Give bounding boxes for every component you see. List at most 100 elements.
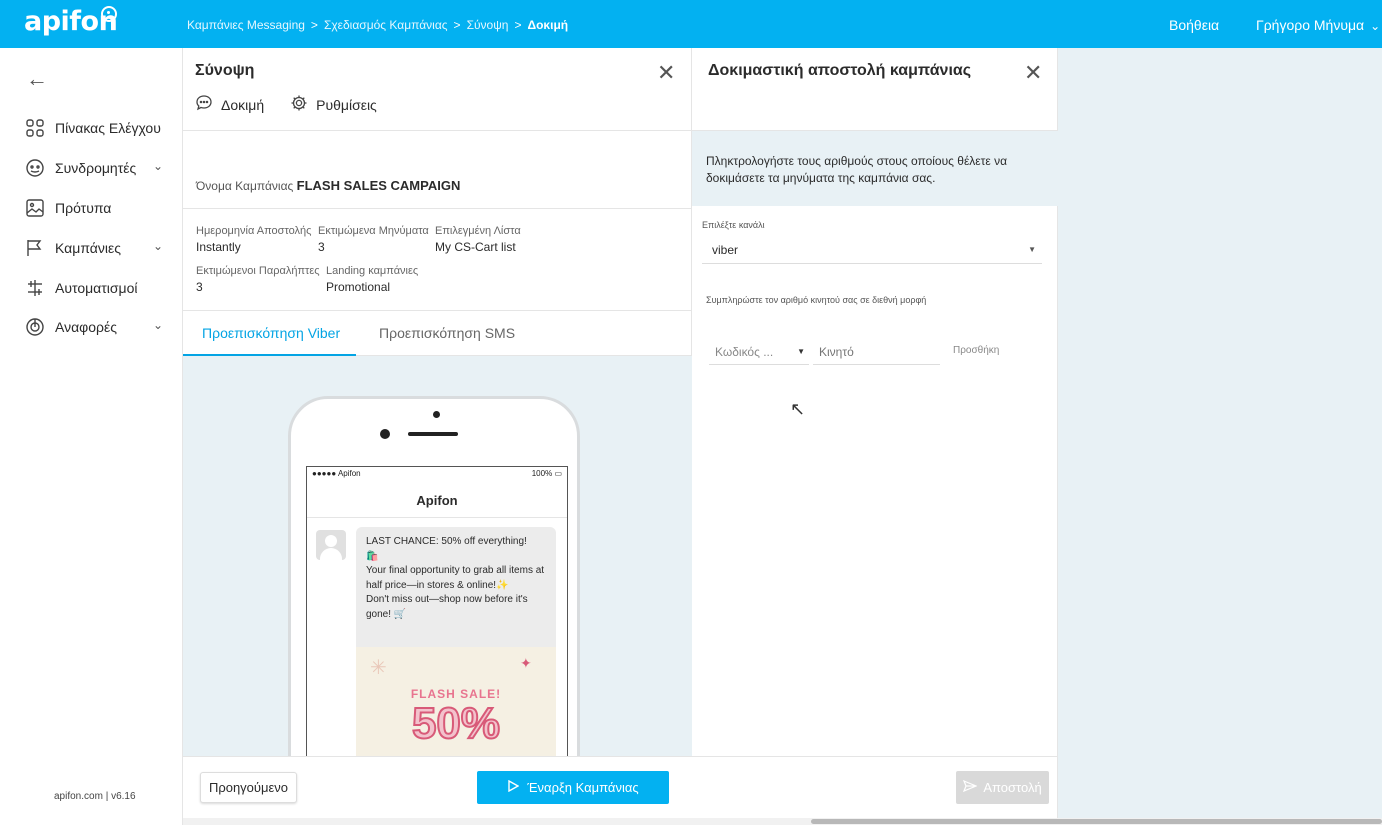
test-tool-label: Δοκιμή bbox=[221, 96, 265, 113]
breadcrumb: Καμπάνιες Messaging > Σχεδιασμός Καμπάνι… bbox=[187, 18, 568, 32]
gear-icon bbox=[290, 94, 308, 115]
est-messages-label: Εκτιμώμενα Μηνύματα bbox=[318, 225, 429, 237]
subscribers-icon bbox=[25, 158, 45, 178]
tab-viber-preview[interactable]: Προεπισκόπηση Viber bbox=[202, 325, 340, 341]
test-send-panel: Δοκιμαστική αποστολή καμπάνιας ✕ Πληκτρο… bbox=[692, 48, 1058, 825]
selected-list-label: Επιλεγμένη Λίστα bbox=[435, 225, 521, 237]
est-messages-value: 3 bbox=[318, 240, 325, 254]
start-campaign-button[interactable]: Έναρξη Καμπάνιας bbox=[477, 771, 669, 804]
breadcrumb-summary[interactable]: Σύνοψη bbox=[467, 18, 509, 32]
sidebar-item-label: Πρότυπα bbox=[55, 200, 112, 216]
summary-title: Σύνοψη bbox=[195, 62, 255, 79]
background-area bbox=[1058, 48, 1382, 825]
sidebar-item-automations[interactable]: Αυτοματισμοί bbox=[25, 276, 175, 300]
sidebar-item-label: Αναφορές bbox=[55, 319, 117, 335]
breadcrumb-separator: > bbox=[453, 18, 461, 32]
message-line: Your final opportunity to grab all items… bbox=[366, 565, 545, 591]
tab-sms-preview[interactable]: Προεπισκόπηση SMS bbox=[379, 325, 515, 341]
play-icon bbox=[507, 779, 520, 795]
mouse-pointer-icon: ↖ bbox=[790, 399, 806, 419]
phone-status-bar: ●●●●● Apifon 100% ▭ bbox=[307, 467, 567, 481]
avatar bbox=[316, 530, 346, 560]
phone-sensor bbox=[433, 411, 440, 418]
chevron-down-icon: ⌄ bbox=[152, 239, 163, 253]
viber-preview-area: ●●●●● Apifon 100% ▭ Apifon LAST CHANCE: … bbox=[183, 356, 692, 756]
sidebar-item-campaigns[interactable]: Καμπάνιες ⌄ bbox=[25, 236, 175, 260]
send-date-label: Ημερομηνία Αποστολής bbox=[196, 225, 312, 237]
summary-footer: Προηγούμενο Έναρξη Καμπάνιας bbox=[183, 756, 692, 825]
phone-camera bbox=[380, 429, 390, 439]
test-info-text: Πληκτρολογήστε τους αριθμούς στους οποίο… bbox=[706, 154, 1008, 185]
chat-sender-title: Apifon bbox=[416, 493, 458, 508]
send-date-value: Instantly bbox=[196, 240, 241, 254]
sidebar-item-label: Καμπάνιες bbox=[55, 240, 121, 256]
landing-value: Promotional bbox=[326, 280, 391, 294]
country-code-placeholder: Κωδικός ... bbox=[715, 345, 774, 359]
sidebar-item-subscribers[interactable]: Συνδρομητές ⌄ bbox=[25, 156, 175, 180]
sidebar: ← Πίνακας Ελέγχου Συνδρομητές ⌄ Πρότυπα bbox=[0, 48, 183, 825]
phone-number-label: Συμπληρώστε τον αριθμό κινητού σας σε δι… bbox=[706, 295, 927, 305]
sidebar-item-reports[interactable]: Αναφορές ⌄ bbox=[25, 315, 175, 339]
summary-toolbar: Δοκιμή Ρυθμίσεις bbox=[195, 94, 377, 115]
close-icon[interactable]: ✕ bbox=[657, 60, 675, 86]
previous-button[interactable]: Προηγούμενο bbox=[200, 772, 297, 803]
phone-speaker bbox=[408, 432, 458, 436]
chevron-down-icon: ⌄ bbox=[152, 159, 163, 173]
horizontal-scrollbar[interactable] bbox=[183, 818, 1382, 825]
campaign-name-value: FLASH SALES CAMPAIGN bbox=[296, 178, 461, 193]
start-campaign-label: Έναρξη Καμπάνιας bbox=[527, 780, 639, 795]
mobile-number-input[interactable] bbox=[813, 339, 940, 365]
caret-down-icon: ▼ bbox=[797, 347, 805, 356]
quick-message-menu[interactable]: Γρήγορο Μήνυμα ⌄ bbox=[1256, 17, 1380, 33]
scrollbar-thumb[interactable] bbox=[811, 819, 1382, 824]
add-number-button[interactable]: Προσθήκη bbox=[953, 345, 999, 356]
sidebar-item-label: Αυτοματισμοί bbox=[55, 280, 138, 296]
app-root: apifon Καμπάνιες Messaging > Σχεδιασμός … bbox=[0, 0, 1382, 825]
settings-tool-label: Ρυθμίσεις bbox=[316, 96, 377, 113]
country-code-select[interactable]: Κωδικός ... ▼ bbox=[709, 339, 809, 365]
test-tool-button[interactable]: Δοκιμή bbox=[195, 94, 264, 115]
quick-message-label: Γρήγορο Μήνυμα bbox=[1256, 17, 1365, 33]
sidebar-item-dashboard[interactable]: Πίνακας Ελέγχου bbox=[25, 116, 175, 140]
channel-label: Επιλέξτε κανάλι bbox=[702, 220, 765, 230]
close-icon[interactable]: ✕ bbox=[1024, 60, 1042, 86]
sparkle-icon: ✦ bbox=[520, 655, 532, 671]
test-info-box: Πληκτρολογήστε τους αριθμούς στους οποίο… bbox=[692, 131, 1058, 206]
sidebar-item-label: Πίνακας Ελέγχου bbox=[55, 120, 161, 136]
message-line: 🛍️ bbox=[366, 550, 379, 562]
landing-label: Landing καμπάνιες bbox=[326, 265, 419, 277]
chat-bubble-icon bbox=[195, 94, 213, 115]
preview-tabs: Προεπισκόπηση Viber Προεπισκόπηση SMS bbox=[183, 310, 692, 357]
settings-tool-button[interactable]: Ρυθμίσεις bbox=[290, 94, 377, 115]
help-link[interactable]: Βοήθεια bbox=[1169, 17, 1219, 33]
chevron-down-icon: ⌄ bbox=[152, 318, 163, 332]
breadcrumb-design[interactable]: Σχεδιασμός Καμπάνιας bbox=[324, 18, 448, 32]
sidebar-item-templates[interactable]: Πρότυπα bbox=[25, 196, 175, 220]
breadcrumb-separator: > bbox=[514, 18, 522, 32]
dashboard-icon bbox=[25, 118, 45, 138]
send-button[interactable]: Αποστολή bbox=[956, 771, 1049, 804]
channel-value: viber bbox=[712, 243, 739, 257]
breadcrumb-separator: > bbox=[310, 18, 318, 32]
est-recipients-label: Εκτιμώμενοι Παραλήπτες bbox=[196, 265, 320, 277]
divider bbox=[183, 130, 692, 131]
campaign-name-label: Όνομα Καμπάνιας bbox=[196, 179, 294, 193]
divider bbox=[183, 208, 692, 209]
message-text: LAST CHANCE: 50% off everything! 🛍️ Your… bbox=[366, 535, 551, 622]
message-line: Don't miss out—shop now before it's gone… bbox=[366, 594, 528, 620]
flag-icon bbox=[25, 238, 45, 258]
logo-pin-icon bbox=[101, 6, 117, 22]
breadcrumb-messaging[interactable]: Καμπάνιες Messaging bbox=[187, 18, 305, 32]
phone-screen: ●●●●● Apifon 100% ▭ Apifon LAST CHANCE: … bbox=[306, 466, 568, 756]
channel-select[interactable]: viber ▼ bbox=[702, 238, 1042, 264]
phone-mockup: ●●●●● Apifon 100% ▭ Apifon LAST CHANCE: … bbox=[288, 396, 580, 756]
battery-status: 100% ▭ bbox=[532, 469, 562, 478]
flash-sale-banner: ✳ ✦ FLASH SALE! 50% bbox=[356, 647, 556, 756]
summary-panel: Σύνοψη ✕ Δοκιμή Ρυθμίσεις Όνομα Καμπάνια… bbox=[183, 48, 692, 825]
chevron-down-icon: ⌄ bbox=[1370, 19, 1381, 33]
battery-icon: ▭ bbox=[554, 469, 562, 478]
sidebar-item-label: Συνδρομητές bbox=[55, 160, 137, 176]
test-panel-title: Δοκιμαστική αποστολή καμπάνιας bbox=[708, 62, 972, 79]
back-arrow-icon[interactable]: ← bbox=[26, 66, 48, 92]
est-recipients-value: 3 bbox=[196, 280, 203, 294]
